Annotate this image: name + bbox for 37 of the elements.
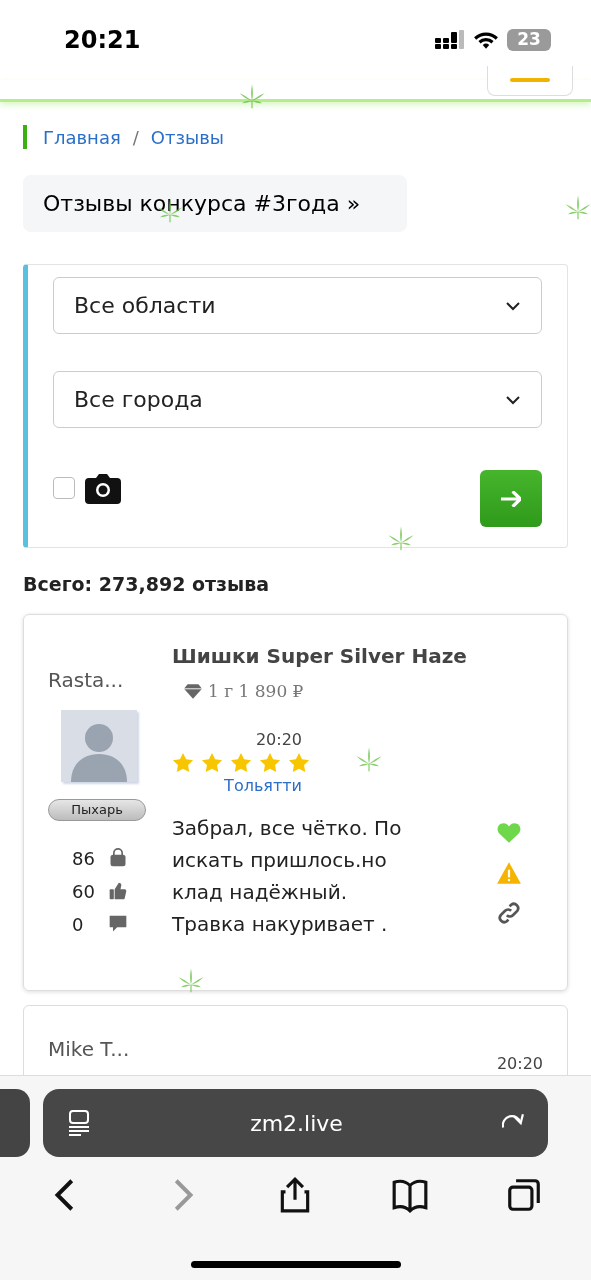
arrow-right-icon xyxy=(501,490,521,507)
select-field[interactable]: Все города xyxy=(53,371,542,428)
stat-count: 86 xyxy=(72,846,96,871)
signal-icon xyxy=(435,30,465,50)
chevron-down-icon xyxy=(505,394,521,405)
breadcrumb-link[interactable]: Главная xyxy=(43,123,121,151)
review-time: 20:20 xyxy=(496,1052,543,1075)
product-title: Шишки Super Silver Haze xyxy=(172,642,468,670)
breadcrumb-link[interactable]: Отзывы xyxy=(150,123,225,151)
rank-badge: Пыхарь xyxy=(48,798,146,821)
city-link[interactable]: Тольятти xyxy=(224,774,302,798)
checkbox[interactable] xyxy=(53,477,75,499)
review-text: Забрал, все чётко. По искать пришлось.но клад надёжный. Травка накуривает . xyxy=(172,815,403,938)
menu-icon xyxy=(510,78,550,82)
url-text: zm2.live xyxy=(250,1109,343,1138)
clock: 20:21 xyxy=(64,25,141,56)
stat-count: 60 xyxy=(72,879,96,904)
author-link[interactable]: Mike T... xyxy=(48,1033,130,1064)
contest-reviews-link[interactable]: Отзывы конкурса #3года » xyxy=(23,175,407,232)
battery-indicator: 23 xyxy=(507,29,551,51)
product-variant: 1 г 1 890 ₽ xyxy=(208,679,304,703)
stat-count: 0 xyxy=(72,912,85,937)
select-field[interactable]: Все области xyxy=(53,277,542,334)
author-link[interactable]: Rasta... xyxy=(48,664,124,695)
submit-button[interactable] xyxy=(480,470,542,527)
thumbs-up-icon xyxy=(108,881,128,901)
comment-icon xyxy=(108,914,128,934)
breadcrumb-separator: / xyxy=(132,125,139,150)
review-time: 20:20 xyxy=(255,729,302,751)
reader-icon xyxy=(67,1110,91,1136)
wifi-icon xyxy=(473,30,499,50)
camera-icon xyxy=(85,472,121,504)
address-bar[interactable]: zm2.live xyxy=(43,1089,548,1157)
diamond-icon xyxy=(184,683,202,699)
chevron-down-icon xyxy=(505,300,521,311)
total-count: Всего: 273,892 отзыва xyxy=(23,572,271,597)
link-button[interactable] xyxy=(496,899,522,926)
